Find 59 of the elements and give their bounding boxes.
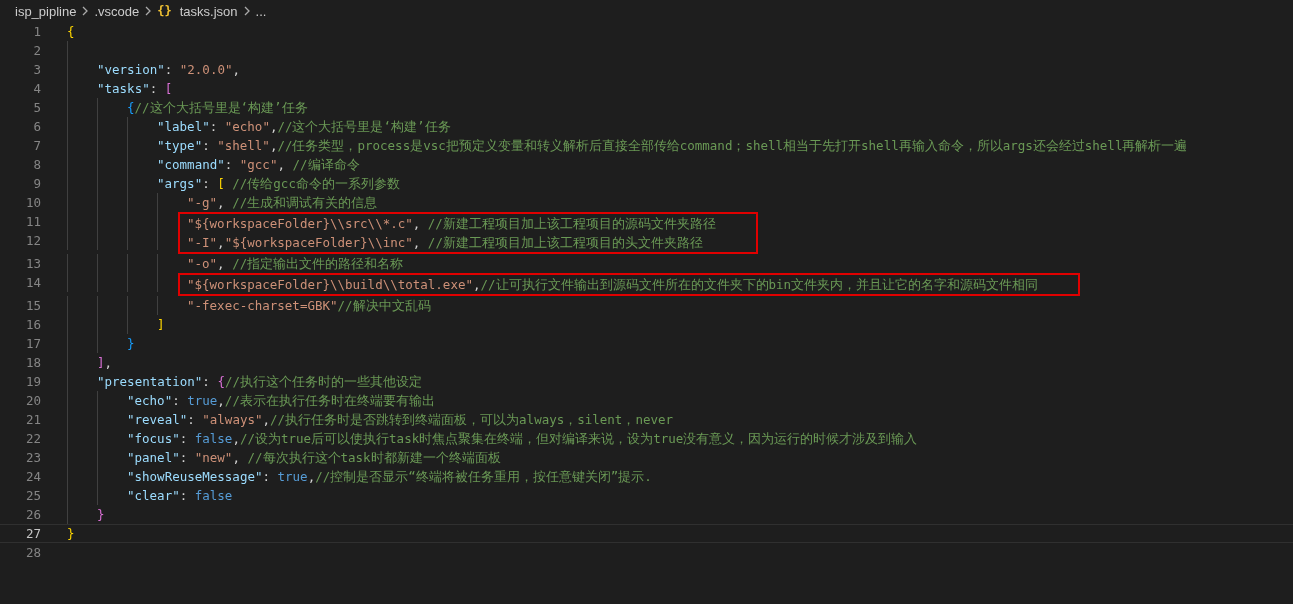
- code-line: "showReuseMessage": true,//控制是否显示“终端将被任务重用，按任意键关闭”提示.: [127, 468, 652, 486]
- line-number: 10: [24, 194, 42, 212]
- code-line: "command": "gcc", //编译命令: [157, 156, 360, 174]
- code-line: "clear": false: [127, 487, 233, 505]
- code-line: "-g", //生成和调试有关的信息: [187, 194, 378, 212]
- line-number: 15: [24, 297, 42, 315]
- code-line: }: [127, 335, 135, 353]
- code-line: "-o", //指定输出文件的路径和名称: [187, 255, 404, 273]
- code-line: "presentation": {//执行这个任务时的一些其他设定: [97, 373, 422, 391]
- line-number: 25: [24, 487, 42, 505]
- line-number: 23: [24, 449, 42, 467]
- code-line: "echo": true,//表示在执行任务时在终端要有输出: [127, 392, 435, 410]
- code-line: "focus": false,//设为true后可以使执行task时焦点聚集在终端，但对编译来说，设为true没有意义，因为运行的时候才涉及到输入: [127, 430, 918, 448]
- line-number: 4: [32, 80, 42, 98]
- line-number: 22: [24, 430, 42, 448]
- code-line: "type": "shell",//任务类型，process是vsc把预定义变量和转义解析后直接全部传给command；shell相当于先打开shell再输入命令，所以args还会经过shell再解析一遍: [157, 137, 1188, 155]
- line-number: 28: [24, 544, 42, 562]
- code-line: }: [97, 506, 105, 524]
- line-number: 8: [32, 156, 42, 174]
- line-number: 7: [32, 137, 42, 155]
- code-line: {//这个大括号里是‘构建’任务: [127, 99, 308, 117]
- line-number: 17: [24, 335, 42, 353]
- code-line: "reveal": "always",//执行任务时是否跳转到终端面板，可以为always，silent，never: [127, 411, 674, 429]
- line-number: 27: [24, 525, 42, 543]
- breadcrumb-item[interactable]: .vscode: [94, 3, 140, 19]
- line-number: 2: [32, 42, 42, 60]
- code-line: }: [67, 525, 75, 543]
- line-number: 13: [24, 255, 42, 273]
- line-number: 14: [24, 274, 42, 292]
- line-number: 21: [24, 411, 42, 429]
- code-line: "tasks": [: [97, 80, 173, 98]
- code-line: ]: [157, 316, 165, 334]
- braces-icon: {}: [157, 4, 172, 18]
- code-line: ],: [97, 354, 113, 372]
- code-line: "-fexec-charset=GBK"//解决中文乱码: [187, 297, 431, 315]
- code-line: "panel": "new", //每次执行这个task时都新建一个终端面板: [127, 449, 501, 467]
- line-number: 19: [24, 373, 42, 391]
- code-line: "version": "2.0.0",: [97, 61, 240, 79]
- breadcrumb-item[interactable]: tasks.json: [179, 3, 238, 19]
- line-number: 3: [32, 61, 42, 79]
- line-number: 20: [24, 392, 42, 410]
- line-number: 5: [32, 99, 42, 117]
- code-line: "label": "echo",//这个大括号里是‘构建’任务: [157, 118, 451, 136]
- line-number: 16: [24, 316, 42, 334]
- line-number: 24: [24, 468, 42, 486]
- breadcrumb-item[interactable]: isp_pipline: [15, 3, 77, 19]
- code-line: {: [67, 23, 75, 41]
- code-line: "${workspaceFolder}\\src\\*.c", //新建工程项目加上该工程项目的源码文件夹路径: [187, 215, 716, 233]
- line-number: 6: [32, 118, 42, 136]
- line-number: 1: [32, 23, 42, 41]
- line-number: 12: [24, 232, 42, 250]
- line-number: 18: [24, 354, 42, 372]
- line-number: 9: [32, 175, 42, 193]
- line-number: 11: [24, 213, 42, 231]
- code-line: "${workspaceFolder}\\build\\total.exe",//让可执行文件输出到源码文件所在的文件夹下的bin文件夹内，并且让它的名字和源码文件相同: [187, 276, 1039, 294]
- line-number: 26: [24, 506, 42, 524]
- code-line: "args": [ //传给gcc命令的一系列参数: [157, 175, 400, 193]
- code-line: "-I","${workspaceFolder}\\inc", //新建工程项目加上该工程项目的头文件夹路径: [187, 234, 703, 252]
- breadcrumb-item[interactable]: ...: [255, 3, 267, 19]
